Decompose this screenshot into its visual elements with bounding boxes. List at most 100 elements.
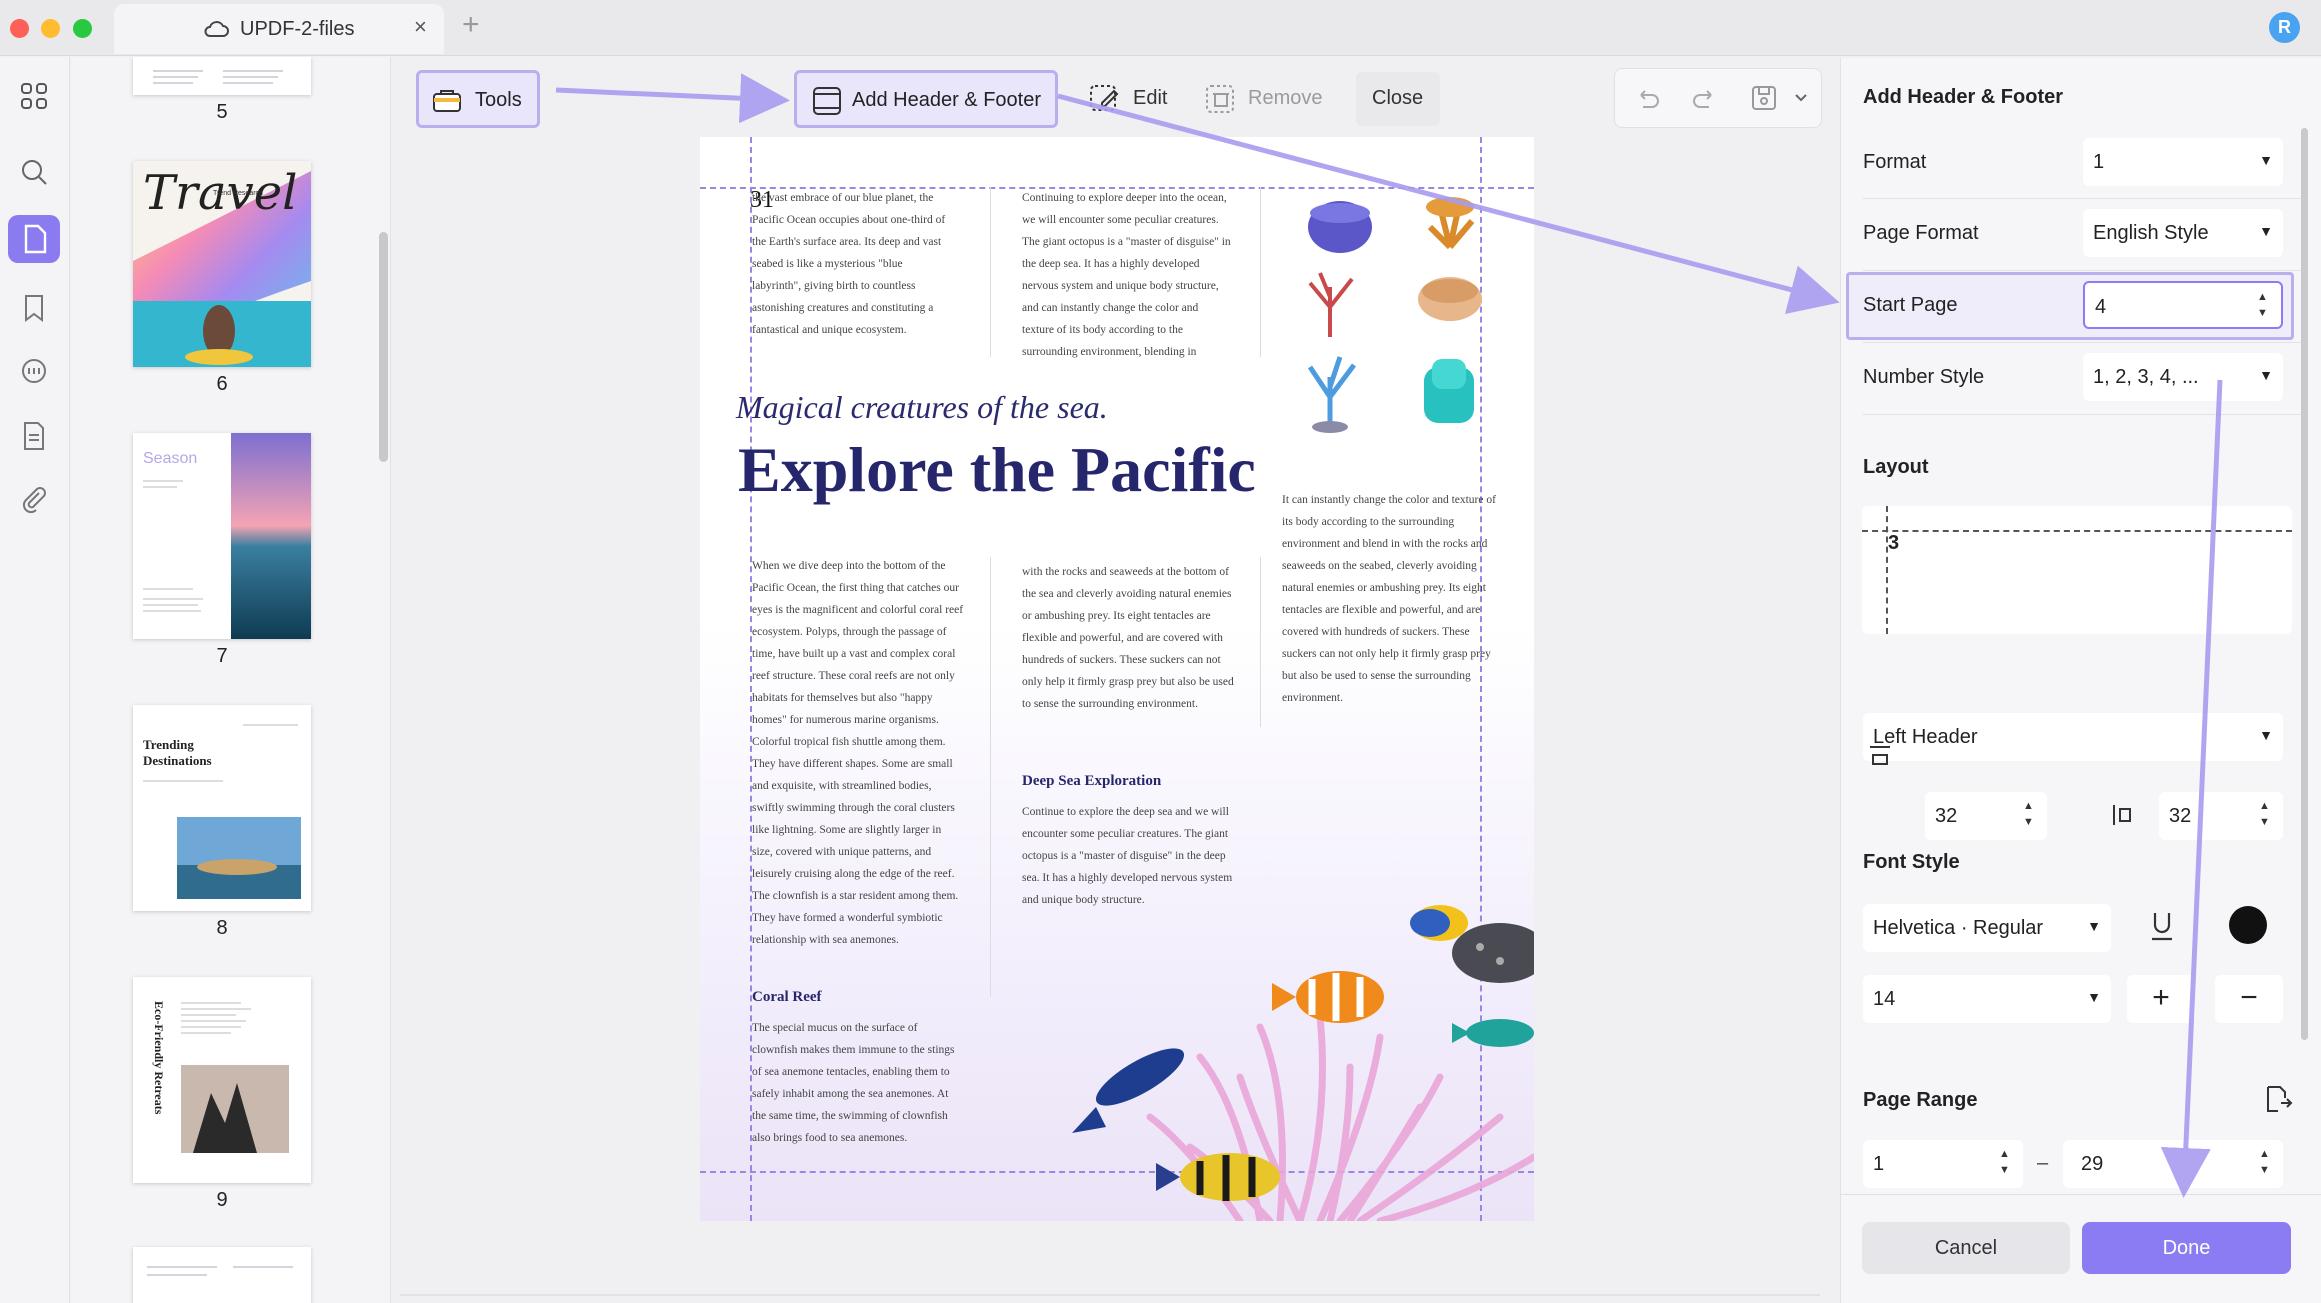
attachment-icon[interactable]	[17, 483, 51, 517]
divider	[1260, 557, 1261, 727]
pages-icon[interactable]	[8, 215, 60, 263]
page-format-select[interactable]: English Style ▼	[2083, 209, 2283, 257]
chevron-down-icon[interactable]	[1793, 91, 1809, 105]
thumbnail-number: 7	[216, 645, 228, 667]
thumbnail-page-5[interactable]	[133, 57, 311, 95]
thumbnail-page-7[interactable]: Season	[133, 433, 311, 639]
search-icon[interactable]	[17, 155, 51, 189]
dropdown-caret-icon: ▼	[2259, 223, 2273, 239]
thumbnail-number: 9	[216, 1189, 228, 1211]
font-color-swatch[interactable]	[2229, 906, 2267, 944]
svg-text:Destinations: Destinations	[143, 753, 212, 768]
thumbnails-grid-icon[interactable]	[17, 79, 51, 113]
layout-preview-number: 3	[1888, 532, 1900, 554]
panel-title: Add Header & Footer	[1863, 86, 2064, 108]
page-subtitle: Magical creatures of the sea.	[736, 389, 1108, 425]
thumbnail-number: 5	[216, 101, 228, 123]
page-format-label: Page Format	[1863, 222, 1979, 244]
dropdown-caret-icon: ▼	[2259, 727, 2273, 743]
history-toolbar	[1614, 68, 1822, 128]
number-style-select[interactable]: 1, 2, 3, 4, ... ▼	[2083, 353, 2283, 401]
format-label: Format	[1863, 151, 1927, 173]
thumbnail-page-6[interactable]: Travel Trend Research	[133, 161, 311, 367]
layout-preview: 3	[1862, 506, 2292, 634]
divider	[1863, 198, 2303, 199]
save-icon[interactable]	[1749, 83, 1779, 113]
avatar[interactable]: R	[2269, 12, 2300, 43]
tab-title: UPDF-2-files	[240, 18, 355, 40]
panel-scrollbar[interactable]	[2301, 128, 2308, 1040]
thumbnail-page-8[interactable]: Trending Destinations	[133, 705, 311, 911]
left-icon-rail	[0, 57, 70, 1303]
text-column: the vast embrace of our blue planet, the…	[752, 192, 946, 336]
close-window-button[interactable]	[10, 19, 29, 38]
minus-icon: −	[2240, 981, 2258, 1014]
page-range-section-title: Page Range	[1863, 1089, 1978, 1111]
format-select[interactable]: 1 ▼	[2083, 138, 2283, 186]
decrease-size-button[interactable]: −	[2215, 975, 2283, 1023]
start-page-input[interactable]: 4 ▲ ▼	[2083, 281, 2283, 329]
done-button[interactable]: Done	[2082, 1222, 2291, 1274]
redo-icon[interactable]	[1691, 85, 1719, 113]
side-margin-stepper[interactable]: ▲ ▼	[2255, 792, 2279, 840]
document-tab[interactable]: UPDF-2-files ×	[114, 4, 444, 54]
top-margin-stepper[interactable]: ▲ ▼	[2019, 792, 2043, 840]
page-range-icon[interactable]	[2261, 1083, 2293, 1115]
new-tab-button[interactable]: +	[462, 8, 480, 42]
side-margin-input[interactable]: 32 ▲ ▼	[2159, 792, 2283, 840]
format-value: 1	[2093, 151, 2105, 173]
top-margin-value: 32	[1935, 805, 1958, 827]
toolbox-icon	[433, 90, 461, 112]
arrow-tools-to-add	[555, 73, 790, 124]
top-margin-icon	[1870, 746, 1890, 765]
document-icon[interactable]	[17, 419, 51, 453]
text-column: When we dive deep into the bottom of the…	[752, 560, 964, 946]
number-style-value: 1, 2, 3, 4, ...	[2093, 366, 2199, 388]
dropdown-caret-icon: ▼	[2259, 367, 2273, 383]
document-page[interactable]: 31 the vast embrace of our blue planet, …	[700, 137, 1534, 1221]
dropdown-caret-icon: ▼	[2087, 918, 2101, 934]
range-from-input[interactable]: 1 ▲ ▼	[1863, 1140, 2023, 1188]
thumbnail-number: 6	[216, 373, 228, 395]
position-select[interactable]: Left Header ▼	[1863, 713, 2283, 761]
font-size-select[interactable]: 14 ▼	[1863, 975, 2111, 1023]
underline-icon[interactable]	[2147, 909, 2177, 943]
add-header-footer-button[interactable]: Add Header & Footer	[794, 70, 1058, 128]
thumbnail-scrollbar[interactable]	[379, 232, 388, 462]
range-to-value: 29	[2081, 1153, 2104, 1175]
guide-line	[1862, 530, 2292, 532]
thumbnail-title: Eco-Friendly Retreats	[152, 1001, 166, 1115]
font-family-select[interactable]: Helvetica · Regular ▼	[1863, 904, 2111, 952]
minimize-window-button[interactable]	[41, 19, 60, 38]
thumbnail-page-10[interactable]	[133, 1247, 311, 1303]
bookmark-icon[interactable]	[17, 291, 51, 325]
zoom-window-button[interactable]	[73, 19, 92, 38]
range-to-stepper[interactable]: ▲ ▼	[2255, 1140, 2279, 1188]
horizontal-scrollbar[interactable]	[400, 1294, 1820, 1296]
range-to-input[interactable]: 29 ▲ ▼	[2063, 1140, 2283, 1188]
close-button[interactable]: Close	[1356, 72, 1440, 126]
divider	[1863, 414, 2303, 415]
thumbnail-page-9[interactable]: Eco-Friendly Retreats	[133, 977, 311, 1183]
guide-line	[1886, 506, 1888, 634]
top-margin-input[interactable]: 32 ▲ ▼	[1925, 792, 2047, 840]
dropdown-caret-icon: ▼	[2087, 989, 2101, 1005]
remove-button[interactable]: Remove	[1200, 72, 1330, 126]
remove-label: Remove	[1248, 87, 1323, 109]
thumbnail-panel: 5 Travel Trend Research 6 Season 7 Trend…	[71, 57, 391, 1303]
thumbnail-kicker: Trend Research	[213, 190, 263, 197]
divider	[1260, 187, 1261, 357]
cancel-button[interactable]: Cancel	[1862, 1222, 2070, 1274]
range-from-stepper[interactable]: ▲ ▼	[1995, 1140, 2019, 1188]
plus-icon: +	[2152, 981, 2170, 1014]
remove-icon	[1206, 85, 1234, 113]
tools-button[interactable]: Tools	[416, 70, 540, 128]
header-footer-panel: Add Header & Footer Format 1 ▼ Page Form…	[1840, 58, 2321, 1303]
increase-size-button[interactable]: +	[2127, 975, 2195, 1023]
comment-icon[interactable]	[17, 355, 51, 389]
edit-button[interactable]: Edit	[1080, 72, 1180, 126]
start-page-stepper[interactable]: ▲ ▼	[2253, 283, 2277, 331]
tab-close-icon[interactable]: ×	[414, 14, 427, 40]
undo-icon[interactable]	[1633, 85, 1661, 113]
title-bar: UPDF-2-files × + R	[0, 0, 2321, 56]
